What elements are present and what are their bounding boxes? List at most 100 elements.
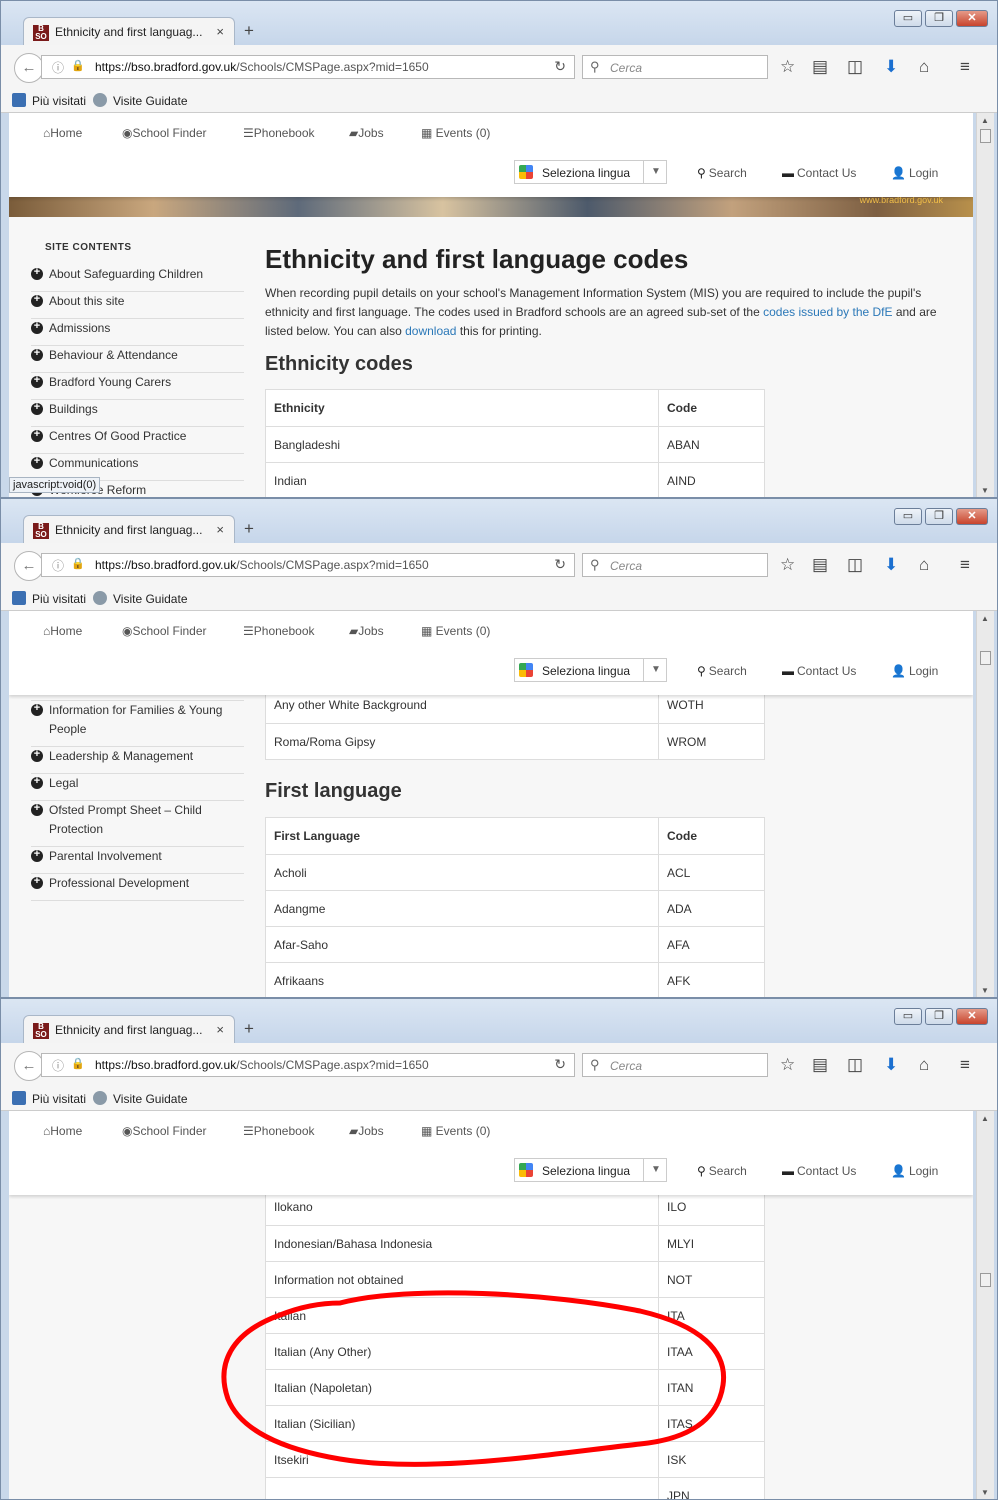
sidebar-item[interactable]: About Safeguarding Children bbox=[31, 264, 244, 292]
bookmark-guided-tour[interactable]: Visite Guidate bbox=[93, 591, 188, 606]
nav-phonebook[interactable]: ☰Phonebook bbox=[243, 126, 315, 140]
bookmark-most-visited[interactable]: Più visitati bbox=[12, 1091, 86, 1106]
nav-school-finder[interactable]: ◉School Finder bbox=[122, 624, 207, 638]
sidebar-item[interactable]: Bradford Young Carers bbox=[31, 372, 244, 400]
address-bar[interactable]: ⓘ 🔒 https://bso.bradford.gov.uk/Schools/… bbox=[41, 55, 575, 79]
bookmark-guided-tour[interactable]: Visite Guidate bbox=[93, 1091, 188, 1106]
close-tab-icon[interactable]: × bbox=[216, 24, 224, 39]
download-link[interactable]: download bbox=[405, 324, 456, 338]
reload-icon[interactable]: ↻ bbox=[554, 1056, 566, 1073]
scroll-down-icon[interactable]: ▼ bbox=[981, 486, 989, 495]
reading-list-icon[interactable]: ▤ bbox=[812, 57, 828, 77]
lock-icon[interactable]: 🔒 bbox=[71, 557, 85, 570]
back-arrow-icon[interactable]: ← bbox=[14, 53, 44, 83]
sidebar-item[interactable]: Behaviour & Attendance bbox=[31, 345, 244, 373]
nav-phonebook[interactable]: ☰Phonebook bbox=[243, 1124, 315, 1138]
menu-icon[interactable]: ≡ bbox=[960, 1055, 970, 1075]
url-text[interactable]: https://bso.bradford.gov.uk/Schools/CMSP… bbox=[95, 1058, 429, 1072]
reload-icon[interactable]: ↻ bbox=[554, 58, 566, 75]
url-text[interactable]: https://bso.bradford.gov.uk/Schools/CMSP… bbox=[95, 558, 429, 572]
nav-events[interactable]: ▦ Events (0) bbox=[421, 624, 490, 638]
search-bar[interactable]: ⚲ Cerca bbox=[582, 55, 768, 79]
sidebar-item[interactable]: Information for Families & Young People bbox=[31, 700, 244, 747]
sidebar-item[interactable]: Centres Of Good Practice bbox=[31, 426, 244, 454]
scroll-up-icon[interactable]: ▲ bbox=[981, 116, 989, 125]
nav-events[interactable]: ▦ Events (0) bbox=[421, 1124, 490, 1138]
close-window-button[interactable]: ✕ bbox=[956, 10, 988, 27]
pocket-icon[interactable]: ◫ bbox=[847, 1055, 863, 1075]
scroll-down-icon[interactable]: ▼ bbox=[981, 1488, 989, 1497]
bookmark-guided-tour[interactable]: Visite Guidate bbox=[93, 93, 188, 108]
bookmark-star-icon[interactable]: ☆ bbox=[780, 1055, 795, 1075]
reading-list-icon[interactable]: ▤ bbox=[812, 555, 828, 575]
info-icon[interactable]: ⓘ bbox=[52, 59, 64, 76]
language-select[interactable]: Seleziona lingua ▼ bbox=[514, 160, 667, 184]
browser-tab[interactable]: B SO Ethnicity and first languag... × bbox=[23, 17, 235, 46]
menu-icon[interactable]: ≡ bbox=[960, 555, 970, 575]
address-bar[interactable]: ⓘ 🔒 https://bso.bradford.gov.uk/Schools/… bbox=[41, 553, 575, 577]
nav-events[interactable]: ▦ Events (0) bbox=[421, 126, 490, 140]
sidebar-item[interactable]: Ofsted Prompt Sheet – Child Protection bbox=[31, 800, 244, 847]
sidebar-item[interactable]: Admissions bbox=[31, 318, 244, 346]
close-window-button[interactable]: ✕ bbox=[956, 1008, 988, 1025]
download-icon[interactable]: ⬇ bbox=[884, 1055, 898, 1075]
browser-tab[interactable]: B SO Ethnicity and first languag... × bbox=[23, 515, 235, 544]
browser-tab[interactable]: B SO Ethnicity and first languag... × bbox=[23, 1015, 235, 1044]
search-bar[interactable]: ⚲ Cerca bbox=[582, 1053, 768, 1077]
address-bar[interactable]: ⓘ 🔒 https://bso.bradford.gov.uk/Schools/… bbox=[41, 1053, 575, 1077]
util-login-link[interactable]: 👤 Login bbox=[891, 166, 938, 180]
sidebar-item[interactable]: About this site bbox=[31, 291, 244, 319]
close-tab-icon[interactable]: × bbox=[216, 522, 224, 537]
new-tab-button[interactable]: + bbox=[244, 519, 254, 539]
info-icon[interactable]: ⓘ bbox=[52, 557, 64, 574]
lock-icon[interactable]: 🔒 bbox=[71, 1057, 85, 1070]
maximize-button[interactable]: ❐ bbox=[925, 10, 953, 27]
scroll-up-icon[interactable]: ▲ bbox=[981, 614, 989, 623]
util-contact-link[interactable]: ▬ Contact Us bbox=[782, 166, 856, 180]
bookmark-most-visited[interactable]: Più visitati bbox=[12, 591, 86, 606]
bookmark-star-icon[interactable]: ☆ bbox=[780, 57, 795, 77]
home-icon[interactable]: ⌂ bbox=[919, 57, 929, 77]
sidebar-item[interactable]: Buildings bbox=[31, 399, 244, 427]
nav-school-finder[interactable]: ◉School Finder bbox=[122, 126, 207, 140]
util-login-link[interactable]: 👤 Login bbox=[891, 664, 938, 678]
new-tab-button[interactable]: + bbox=[244, 1019, 254, 1039]
back-arrow-icon[interactable]: ← bbox=[14, 1051, 44, 1081]
pocket-icon[interactable]: ◫ bbox=[847, 555, 863, 575]
language-select[interactable]: Seleziona lingua ▼ bbox=[514, 1158, 667, 1182]
chevron-down-icon[interactable]: ▼ bbox=[643, 1159, 668, 1181]
lock-icon[interactable]: 🔒 bbox=[71, 59, 85, 72]
nav-jobs[interactable]: ▰Jobs bbox=[349, 624, 384, 638]
reload-icon[interactable]: ↻ bbox=[554, 556, 566, 573]
nav-home[interactable]: ⌂Home bbox=[43, 1124, 82, 1138]
back-arrow-icon[interactable]: ← bbox=[14, 551, 44, 581]
nav-home[interactable]: ⌂Home bbox=[43, 624, 82, 638]
vertical-scrollbar[interactable]: ▲ ▼ bbox=[976, 1111, 994, 1499]
new-tab-button[interactable]: + bbox=[244, 21, 254, 41]
util-contact-link[interactable]: ▬ Contact Us bbox=[782, 664, 856, 678]
minimize-button[interactable]: ▭ bbox=[894, 508, 922, 525]
nav-school-finder[interactable]: ◉School Finder bbox=[122, 1124, 207, 1138]
dfe-codes-link[interactable]: codes issued by the DfE bbox=[763, 305, 892, 319]
maximize-button[interactable]: ❐ bbox=[925, 508, 953, 525]
home-icon[interactable]: ⌂ bbox=[919, 555, 929, 575]
search-bar[interactable]: ⚲ Cerca bbox=[582, 553, 768, 577]
maximize-button[interactable]: ❐ bbox=[925, 1008, 953, 1025]
scroll-thumb[interactable] bbox=[980, 651, 991, 665]
minimize-button[interactable]: ▭ bbox=[894, 1008, 922, 1025]
bookmark-star-icon[interactable]: ☆ bbox=[780, 555, 795, 575]
language-select[interactable]: Seleziona lingua ▼ bbox=[514, 658, 667, 682]
sidebar-item[interactable]: Professional Development bbox=[31, 873, 244, 901]
home-icon[interactable]: ⌂ bbox=[919, 1055, 929, 1075]
scroll-thumb[interactable] bbox=[980, 129, 991, 143]
close-tab-icon[interactable]: × bbox=[216, 1022, 224, 1037]
vertical-scrollbar[interactable]: ▲ ▼ bbox=[976, 611, 994, 997]
download-icon[interactable]: ⬇ bbox=[884, 555, 898, 575]
nav-phonebook[interactable]: ☰Phonebook bbox=[243, 624, 315, 638]
download-icon[interactable]: ⬇ bbox=[884, 57, 898, 77]
vertical-scrollbar[interactable]: ▲ ▼ bbox=[976, 113, 994, 497]
minimize-button[interactable]: ▭ bbox=[894, 10, 922, 27]
nav-jobs[interactable]: ▰Jobs bbox=[349, 1124, 384, 1138]
info-icon[interactable]: ⓘ bbox=[52, 1057, 64, 1074]
chevron-down-icon[interactable]: ▼ bbox=[643, 659, 668, 681]
